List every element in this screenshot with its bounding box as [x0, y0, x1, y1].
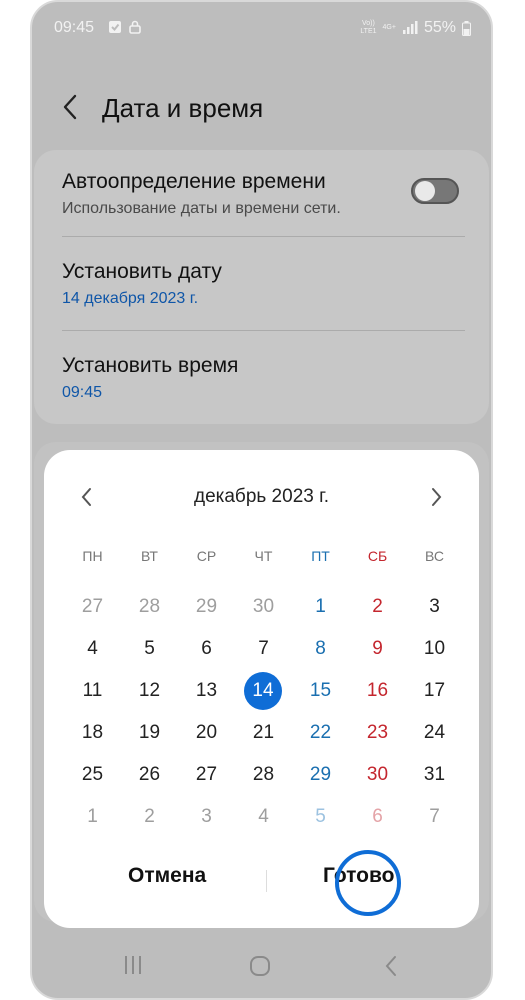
calendar-day[interactable]: 12: [121, 670, 178, 712]
calendar-day[interactable]: 4: [235, 796, 292, 838]
divider: [62, 236, 465, 237]
calendar-day[interactable]: 14: [235, 670, 292, 712]
network-type: 4G+: [382, 24, 396, 31]
back-arrow-icon[interactable]: [58, 92, 84, 122]
set-time-title: Установить время: [62, 354, 239, 377]
calendar-day[interactable]: 1: [292, 586, 349, 628]
signal-icon: [402, 21, 418, 34]
calendar-day[interactable]: 28: [235, 754, 292, 796]
battery-percent: 55%: [423, 19, 456, 36]
phone-frame: 09:45 Vo)) LTE1 4G+ 55% Дата и время Авто…: [30, 0, 493, 1000]
calendar-day[interactable]: 1: [64, 796, 121, 838]
calendar-day[interactable]: 6: [349, 796, 406, 838]
set-time-row[interactable]: Установить время 09:45: [62, 354, 465, 402]
calendar-day[interactable]: 29: [178, 586, 235, 628]
date-picker-dialog: декабрь 2023 г. ПН ВТ СР ЧТ ПТ СБ ВС 27 28 29 30 1…: [44, 450, 479, 928]
back-nav-icon[interactable]: [382, 954, 400, 978]
download-icon: [109, 21, 121, 33]
set-date-title: Установить дату: [62, 260, 222, 283]
divider: [62, 330, 465, 331]
system-nav-bar: [32, 938, 491, 998]
weekday-label: СБ: [367, 548, 388, 564]
calendar-day[interactable]: 30: [349, 754, 406, 796]
tap-highlight-ring: [335, 850, 401, 916]
chevron-right-icon[interactable]: [427, 486, 445, 508]
weekday-label: ПТ: [311, 548, 330, 564]
weekday-label: ПН: [82, 548, 103, 564]
auto-time-row[interactable]: Автоопределение времени Использование да…: [62, 170, 465, 218]
calendar-day[interactable]: 3: [178, 796, 235, 838]
calendar-day[interactable]: 3: [406, 586, 463, 628]
status-right: Vo)) LTE1 4G+ 55%: [360, 19, 471, 37]
calendar-day[interactable]: 27: [178, 754, 235, 796]
cancel-button[interactable]: Отмена: [128, 864, 206, 888]
calendar-day[interactable]: 5: [292, 796, 349, 838]
selected-day: 14: [244, 672, 282, 710]
battery-icon: [462, 20, 471, 36]
calendar-day[interactable]: 5: [121, 628, 178, 670]
calendar-day[interactable]: 18: [64, 712, 121, 754]
calendar-day[interactable]: 24: [406, 712, 463, 754]
dialog-actions: Отмена Готово: [44, 858, 479, 898]
calendar-day[interactable]: 31: [406, 754, 463, 796]
calendar-day[interactable]: 7: [235, 628, 292, 670]
calendar-day[interactable]: 28: [121, 586, 178, 628]
calendar-day[interactable]: 22: [292, 712, 349, 754]
calendar-day[interactable]: 11: [64, 670, 121, 712]
calendar-day[interactable]: 25: [64, 754, 121, 796]
calendar-day[interactable]: 2: [121, 796, 178, 838]
calendar-day[interactable]: 13: [178, 670, 235, 712]
calendar-day[interactable]: 8: [292, 628, 349, 670]
auto-time-title: Автоопределение времени: [62, 170, 326, 193]
status-bar: 09:45 Vo)) LTE1 4G+ 55%: [32, 16, 491, 42]
calendar-day[interactable]: 17: [406, 670, 463, 712]
weekday-label: СР: [196, 548, 217, 564]
calendar-day[interactable]: 4: [64, 628, 121, 670]
calendar-day[interactable]: 10: [406, 628, 463, 670]
month-label: декабрь 2023 г.: [193, 486, 329, 507]
app-header: Дата и время: [32, 82, 491, 132]
calendar-day[interactable]: 30: [235, 586, 292, 628]
calendar-day[interactable]: 19: [121, 712, 178, 754]
weekday-label: ЧТ: [254, 548, 273, 564]
button-separator: [266, 870, 267, 892]
calendar-day[interactable]: 9: [349, 628, 406, 670]
auto-time-toggle[interactable]: [411, 178, 459, 204]
calendar-day[interactable]: 7: [406, 796, 463, 838]
volte-indicator: Vo)) LTE1: [360, 20, 377, 35]
toggle-knob: [415, 181, 435, 201]
recent-apps-icon[interactable]: [122, 954, 144, 976]
lock-icon: [129, 20, 141, 34]
weekday-label: ВТ: [141, 548, 158, 564]
set-date-value: 14 декабря 2023 г.: [62, 290, 199, 307]
calendar-day[interactable]: 20: [178, 712, 235, 754]
calendar-day[interactable]: 26: [121, 754, 178, 796]
settings-card: Автоопределение времени Использование да…: [34, 150, 489, 424]
calendar-day[interactable]: 27: [64, 586, 121, 628]
set-time-value: 09:45: [62, 384, 103, 401]
calendar-day[interactable]: 15: [292, 670, 349, 712]
calendar-day[interactable]: 23: [349, 712, 406, 754]
calendar-day[interactable]: 21: [235, 712, 292, 754]
set-date-row[interactable]: Установить дату 14 декабря 2023 г.: [62, 260, 465, 308]
weekday-label: ВС: [425, 548, 444, 564]
calendar-day[interactable]: 2: [349, 586, 406, 628]
page-title: Дата и время: [102, 93, 264, 123]
calendar-day[interactable]: 29: [292, 754, 349, 796]
home-icon[interactable]: [248, 954, 272, 978]
calendar-day[interactable]: 16: [349, 670, 406, 712]
auto-time-subtitle: Использование даты и времени сети.: [62, 200, 341, 217]
status-time: 09:45: [54, 19, 95, 36]
calendar-day[interactable]: 6: [178, 628, 235, 670]
